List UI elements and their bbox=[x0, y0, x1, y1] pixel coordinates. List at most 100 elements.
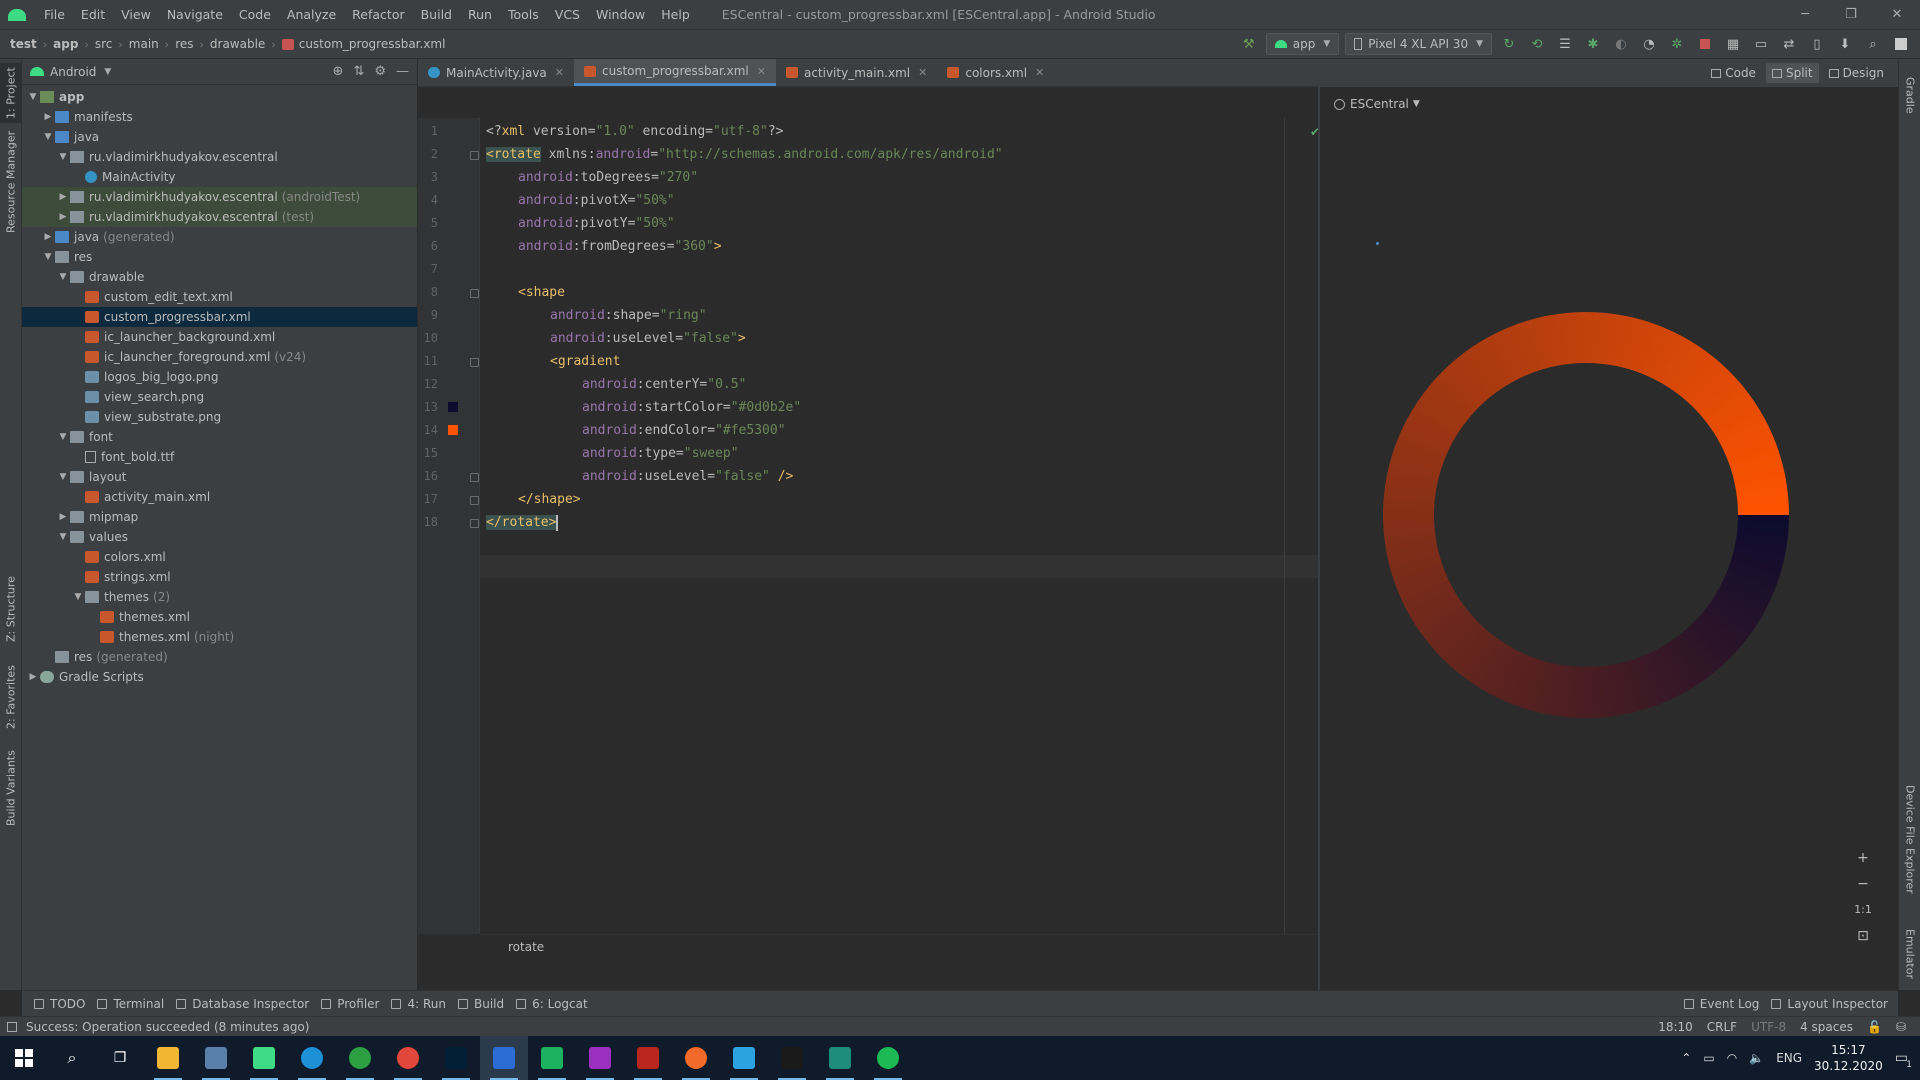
taskbar-app-app-8[interactable] bbox=[480, 1036, 528, 1080]
fold-marker-icon[interactable] bbox=[470, 151, 479, 160]
tree-item[interactable]: view_substrate.png bbox=[22, 407, 417, 427]
editor-tab[interactable]: colors.xml ✕ bbox=[937, 59, 1054, 86]
zoom-actual-button[interactable]: 1:1 bbox=[1850, 899, 1876, 921]
taskbar-app-chrome[interactable] bbox=[384, 1036, 432, 1080]
tool-window-terminal[interactable]: Terminal bbox=[97, 997, 164, 1011]
menu-vcs[interactable]: VCS bbox=[547, 7, 588, 22]
tree-item[interactable]: ▶ java (generated) bbox=[22, 227, 417, 247]
tree-item[interactable]: res (generated) bbox=[22, 647, 417, 667]
chevron-right-icon[interactable]: ▶ bbox=[56, 212, 70, 222]
tool-window-build[interactable]: Build bbox=[458, 997, 504, 1011]
tree-item[interactable]: activity_main.xml bbox=[22, 487, 417, 507]
close-tab-icon[interactable]: ✕ bbox=[1035, 66, 1044, 79]
mode-design-button[interactable]: Design bbox=[1823, 63, 1890, 83]
menu-build[interactable]: Build bbox=[413, 7, 460, 22]
chevron-down-icon[interactable]: ▼ bbox=[104, 67, 111, 77]
chevron-down-icon[interactable]: ▼ bbox=[56, 532, 70, 542]
lock-icon[interactable]: 🔓 bbox=[1867, 1020, 1882, 1034]
chevron-down-icon[interactable]: ▼ bbox=[56, 272, 70, 282]
minimize-button[interactable]: ─ bbox=[1782, 7, 1828, 22]
editor-tab[interactable]: custom_progressbar.xml ✕ bbox=[574, 59, 776, 86]
taskbar-app-app-5[interactable] bbox=[336, 1036, 384, 1080]
tree-item[interactable]: ▶ mipmap bbox=[22, 507, 417, 527]
fold-marker-icon[interactable] bbox=[470, 519, 479, 528]
close-tab-icon[interactable]: ✕ bbox=[555, 66, 564, 79]
tool-window-database-inspector[interactable]: Database Inspector bbox=[176, 997, 309, 1011]
tree-item[interactable]: ▼ drawable bbox=[22, 267, 417, 287]
taskbar-app-filezilla[interactable] bbox=[624, 1036, 672, 1080]
tree-item[interactable]: ▶ manifests bbox=[22, 107, 417, 127]
status-message[interactable]: Success: Operation succeeded (8 minutes … bbox=[26, 1020, 309, 1034]
taskbar-app-android-studio[interactable] bbox=[240, 1036, 288, 1080]
close-tab-icon[interactable]: ✕ bbox=[757, 65, 766, 78]
apply-code-changes-icon[interactable]: ⟲ bbox=[1526, 33, 1548, 55]
editor-tab[interactable]: activity_main.xml ✕ bbox=[776, 59, 937, 86]
taskbar-app-app-12[interactable] bbox=[672, 1036, 720, 1080]
menu-window[interactable]: Window bbox=[588, 7, 653, 22]
zoom-in-button[interactable]: + bbox=[1850, 847, 1876, 869]
status-toggle-icon[interactable] bbox=[7, 1021, 17, 1032]
debug-icon[interactable]: ✱ bbox=[1582, 33, 1604, 55]
tree-item[interactable]: MainActivity bbox=[22, 167, 417, 187]
sdk-manager-icon[interactable]: ⬇ bbox=[1834, 33, 1856, 55]
chevron-right-icon[interactable]: ▶ bbox=[56, 512, 70, 522]
apply-changes-icon[interactable]: ↻ bbox=[1498, 33, 1520, 55]
tree-item[interactable]: ▼ res bbox=[22, 247, 417, 267]
color-swatch-icon[interactable] bbox=[448, 402, 458, 412]
maximize-button[interactable]: ❐ bbox=[1828, 7, 1874, 22]
tree-item[interactable]: ▼ java bbox=[22, 127, 417, 147]
gear-icon[interactable]: ⚙ bbox=[374, 64, 386, 79]
menu-refactor[interactable]: Refactor bbox=[344, 7, 412, 22]
tree-item[interactable]: ▼ themes (2) bbox=[22, 587, 417, 607]
chevron-down-icon[interactable]: ▼ bbox=[41, 132, 55, 142]
coverage-icon[interactable]: ◐ bbox=[1610, 33, 1632, 55]
chevron-down-icon[interactable]: ▼ bbox=[71, 592, 85, 602]
avd-manager-icon[interactable]: ▯ bbox=[1806, 33, 1828, 55]
fold-marker-icon[interactable] bbox=[470, 496, 479, 505]
tool-window-event-log[interactable]: Event Log bbox=[1683, 997, 1759, 1011]
fold-marker-icon[interactable] bbox=[470, 473, 479, 482]
tray-chevron-icon[interactable]: ⌃ bbox=[1681, 1051, 1691, 1065]
menu-file[interactable]: File bbox=[36, 7, 73, 22]
breadcrumb-item[interactable]: test bbox=[10, 37, 37, 51]
menu-analyze[interactable]: Analyze bbox=[279, 7, 344, 22]
color-swatch-icon[interactable] bbox=[448, 425, 458, 435]
chevron-down-icon[interactable]: ▼ bbox=[56, 152, 70, 162]
memory-indicator-icon[interactable]: ⛁ bbox=[1896, 1020, 1906, 1034]
zoom-fit-button[interactable]: ⊡ bbox=[1850, 925, 1876, 947]
chevron-right-icon[interactable]: ▶ bbox=[56, 192, 70, 202]
hammer-icon[interactable]: ⚒ bbox=[1238, 33, 1260, 55]
fold-marker-icon[interactable] bbox=[470, 358, 479, 367]
tool-window-todo[interactable]: TODO bbox=[34, 997, 85, 1011]
tree-item[interactable]: ▼ layout bbox=[22, 467, 417, 487]
menu-help[interactable]: Help bbox=[653, 7, 698, 22]
stop-icon[interactable] bbox=[1694, 33, 1716, 55]
taskbar-app-app-10[interactable] bbox=[576, 1036, 624, 1080]
chevron-right-icon[interactable]: ▶ bbox=[26, 672, 40, 682]
menu-edit[interactable]: Edit bbox=[73, 7, 113, 22]
code-area[interactable]: <?xml version="1.0" encoding="utf-8"?> <… bbox=[486, 118, 1256, 934]
tool-window-profiler[interactable]: Profiler bbox=[321, 997, 379, 1011]
breadcrumb-item[interactable]: drawable bbox=[210, 37, 265, 51]
close-tab-icon[interactable]: ✕ bbox=[918, 66, 927, 79]
tree-item[interactable]: ▶ ru.vladimirkhudyakov.escentral (androidT… bbox=[22, 187, 417, 207]
tab-device-file-explorer[interactable]: Device File Explorer bbox=[1899, 779, 1920, 899]
taskbar-app-app-4[interactable] bbox=[288, 1036, 336, 1080]
project-view-select[interactable]: Android bbox=[50, 65, 96, 79]
collapse-all-icon[interactable]: ⇅ bbox=[353, 64, 364, 79]
attach-debugger-icon[interactable]: ✲ bbox=[1666, 33, 1688, 55]
taskbar-app-app-2[interactable] bbox=[192, 1036, 240, 1080]
account-icon[interactable] bbox=[1890, 33, 1912, 55]
project-structure-icon[interactable]: ▦ bbox=[1722, 33, 1744, 55]
file-encoding[interactable]: UTF-8 bbox=[1751, 1020, 1786, 1034]
breadcrumb-item[interactable]: app bbox=[53, 37, 78, 51]
run-list-icon[interactable]: ☰ bbox=[1554, 33, 1576, 55]
tree-item[interactable]: ▼ app bbox=[22, 87, 417, 107]
battery-icon[interactable]: ▭ bbox=[1703, 1051, 1714, 1065]
chevron-down-icon[interactable]: ▼ bbox=[56, 472, 70, 482]
tab-emulator[interactable]: Emulator bbox=[1899, 921, 1920, 987]
menu-code[interactable]: Code bbox=[231, 7, 279, 22]
locate-icon[interactable]: ⊕ bbox=[333, 64, 344, 79]
menu-run[interactable]: Run bbox=[460, 7, 500, 22]
profile-icon[interactable]: ◔ bbox=[1638, 33, 1660, 55]
